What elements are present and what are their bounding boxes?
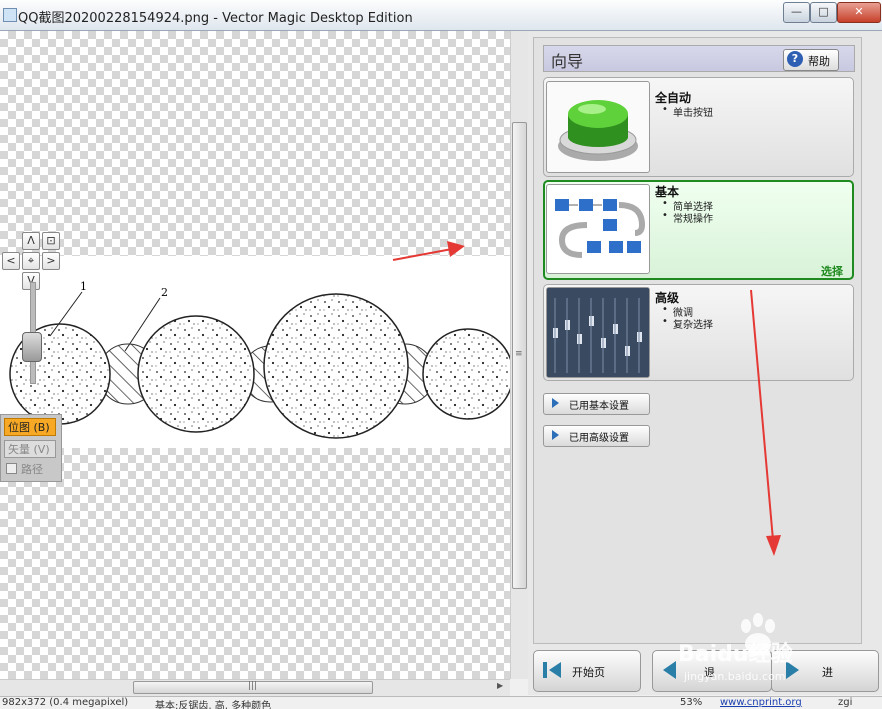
image-preview: 1 2: [0, 256, 510, 448]
start-page-icon: [542, 660, 562, 680]
mode-info: 基本:反锯齿, 高, 多种颜色: [155, 701, 272, 709]
view-mode-panel: 位图 (B) 矢量 (V) 路径: [0, 414, 62, 482]
close-button[interactable]: ✕: [837, 2, 881, 23]
window-title: QQ截图20200228154924.png - Vector Magic De…: [18, 11, 413, 26]
pan-left-button[interactable]: <: [2, 252, 20, 270]
selected-label: 选择: [821, 265, 843, 278]
watermark-brand: Baidu经验: [678, 642, 793, 667]
basic-settings-label: 已用基本设置: [569, 401, 629, 412]
basic-card-bullet: 常规操作: [662, 210, 713, 225]
path-label: 路径: [21, 463, 43, 476]
minimize-button[interactable]: —: [783, 2, 810, 23]
vertical-grip-icon: ≡: [515, 349, 523, 359]
advanced-card-bullet: 复杂选择: [662, 316, 713, 331]
bitmap-view-button[interactable]: 位图 (B): [4, 418, 56, 436]
image-info: 982x372 (0.4 megapixel): [2, 697, 129, 708]
zoom-slider-thumb[interactable]: [22, 332, 42, 362]
path-checkbox[interactable]: [6, 463, 17, 474]
pan-up-button[interactable]: Λ: [22, 232, 40, 250]
status-extra: zgi: [838, 697, 853, 708]
center-view-button[interactable]: ⌖: [22, 252, 40, 270]
watermark-url: jingyan.baidu.com: [684, 670, 786, 683]
fit-view-button[interactable]: ⊡: [42, 232, 60, 250]
play-arrow-icon: [552, 398, 559, 408]
scroll-right-arrow-icon[interactable]: ▶: [497, 681, 503, 690]
maximize-button[interactable]: □: [810, 2, 837, 23]
image-canvas[interactable]: 1 2: [0, 31, 510, 679]
help-label: 帮助: [808, 55, 830, 68]
status-bar: 982x372 (0.4 megapixel) 基本:反锯齿, 高, 多种颜色 …: [0, 696, 882, 709]
wizard-title: 向导: [551, 52, 584, 71]
play-arrow-icon: [552, 430, 559, 440]
zoom-level: 53%: [680, 697, 703, 708]
pan-right-button[interactable]: >: [42, 252, 60, 270]
workflow-image: [546, 184, 650, 274]
drawing-circles: 1 2: [9, 280, 510, 439]
website-link[interactable]: www.cnprint.org: [720, 697, 802, 708]
horizontal-grip-icon: |||: [248, 681, 258, 691]
drawing-label-1: 1: [80, 280, 87, 293]
drawing-label-2: 2: [161, 286, 168, 299]
vector-view-button[interactable]: 矢量 (V): [4, 440, 56, 458]
advanced-settings-label: 已用高级设置: [569, 433, 629, 444]
baidu-watermark: Baidu经验 jingyan.baidu.com: [676, 606, 876, 686]
green-button-image: [546, 81, 650, 173]
auto-card-bullet: 单击按钮: [662, 104, 713, 119]
start-page-label: 开始页: [572, 666, 605, 679]
mixing-console-image: [546, 287, 650, 378]
help-icon: ?: [787, 51, 803, 67]
app-icon: [3, 8, 17, 22]
